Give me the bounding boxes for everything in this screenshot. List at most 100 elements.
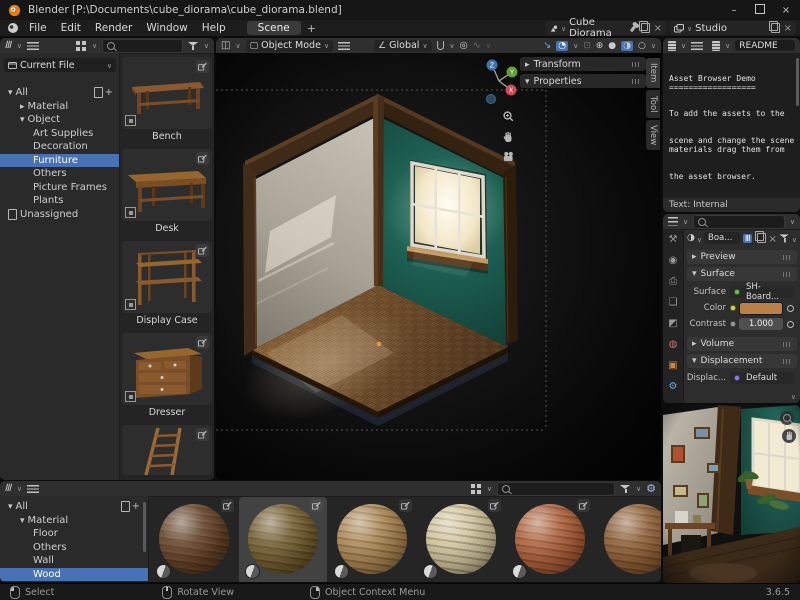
surface-shader-button[interactable]: SH-Board... [730,286,794,298]
zoom-button[interactable] [780,411,794,425]
edit-asset-icon[interactable] [488,499,501,512]
contrast-value-field[interactable]: 1.000 [739,318,783,330]
expand-caret-icon[interactable] [20,114,25,125]
panel-surface[interactable]: Surface [687,267,797,281]
asset-card-desk[interactable]: Desk [122,149,212,236]
filter-icon[interactable] [779,234,789,243]
shading-solid-icon[interactable]: ● [608,41,616,51]
edit-asset-icon[interactable] [577,499,590,512]
collapse-caret-icon[interactable] [20,101,25,112]
expand-caret-icon[interactable] [20,515,25,526]
text-datablock-icon[interactable] [712,41,720,51]
asset-browser-editor-icon[interactable] [5,40,12,51]
tab-object-properties[interactable]: ▣ [663,355,683,376]
catalog-material[interactable]: Material [0,100,119,114]
keyframe-dot-icon[interactable] [787,321,794,328]
shading-material-icon[interactable]: ◑ [621,41,633,51]
material-card-wood5[interactable]: Wood 5 [506,497,594,582]
material-card-wood1[interactable]: Wood 1 [150,497,238,582]
tab-view[interactable]: View [646,120,660,150]
asset-card-dresser[interactable]: Dresser [122,333,212,420]
show-gizmo-icon[interactable]: ↘ [543,40,551,51]
edit-asset-icon[interactable] [399,499,412,512]
maximize-button[interactable] [754,4,766,17]
asset-card-ladder[interactable] [122,425,212,480]
displacement-button[interactable]: Default [730,372,794,384]
close-button[interactable]: × [780,5,792,16]
pan-hand-button[interactable] [782,429,796,443]
panel-volume[interactable]: Volume [687,337,797,351]
panel-displacement[interactable]: Displacement [687,354,797,368]
pin-icon[interactable] [630,24,637,32]
edit-asset-icon[interactable] [196,336,209,349]
material-search-input[interactable] [497,482,615,496]
tab-world-properties[interactable]: ◍ [663,334,683,355]
properties-editor-icon[interactable] [668,217,678,226]
unlink-material-icon[interactable] [768,232,776,245]
blender-menu-icon[interactable] [6,22,20,34]
shading-wireframe-icon[interactable]: ⊕ [596,41,604,51]
material-icon[interactable]: ◑ [687,233,695,243]
tab-scene-properties[interactable]: ◩ [663,313,683,334]
edit-asset-icon[interactable] [221,499,234,512]
more-content-chevron-icon[interactable] [791,389,796,402]
tab-output-properties[interactable]: ⎙ [663,271,683,292]
3d-viewport-canvas[interactable]: Z Y X [216,53,661,480]
properties-panel-header[interactable]: Properties [520,74,646,88]
catalog-all[interactable]: All + [0,86,119,100]
catalog-wall[interactable]: Wall [0,554,148,568]
tab-tool-properties[interactable]: ⚒ [663,229,683,250]
text-editor-icon[interactable] [668,41,676,51]
color-swatch[interactable] [739,302,783,315]
asset-source-selector[interactable]: Current File [4,58,116,72]
catalog-others[interactable]: Others [0,541,148,555]
edit-asset-icon[interactable] [196,60,209,73]
tab-modifier-properties[interactable]: ⚙ [663,376,683,397]
tab-item[interactable]: Item [646,58,660,88]
new-layer-icon[interactable] [771,23,780,33]
asset-card-bench[interactable]: Bench [122,57,212,144]
add-workspace-button[interactable]: + [301,22,322,35]
edit-asset-icon[interactable] [196,428,209,441]
tab-tool[interactable]: Tool [646,90,660,118]
catalog-floor[interactable]: Floor [0,527,148,541]
mode-selector[interactable]: ▢ Object Mode [246,40,333,52]
catalog-object[interactable]: Object [0,113,119,127]
expand-caret-icon[interactable] [8,87,13,98]
menu-render[interactable]: Render [88,22,139,34]
reference-image[interactable] [663,405,800,583]
falloff-icon[interactable]: ∿ [473,40,481,51]
remove-layer-icon[interactable] [784,23,792,34]
material-card-partial[interactable] [595,497,661,582]
view-layer-selector[interactable]: Studio [670,21,796,35]
menu-file[interactable]: File [22,22,54,34]
text-editor-content[interactable]: Asset Browser Demo================== To … [663,54,800,212]
filter-icon[interactable] [188,41,199,51]
catalog-all[interactable]: All + [0,500,148,514]
axis-negative-icon[interactable] [487,95,496,104]
asset-card-display-case[interactable]: Display Case [122,241,212,328]
catalog-material[interactable]: Material [0,514,148,528]
asset-shield-icon[interactable]: Ⅲ [743,234,753,243]
menu-icon[interactable] [338,42,350,50]
catalog-wood-selected[interactable]: Wood [0,568,148,582]
keyframe-dot-icon[interactable] [787,305,794,312]
edit-asset-icon[interactable] [196,244,209,257]
minimize-button[interactable]: – [728,5,740,16]
text-name-field[interactable]: README [735,40,795,51]
properties-search-input[interactable] [693,215,785,229]
catalog-furniture-selected[interactable]: Furniture [0,154,119,168]
show-overlays-icon[interactable]: ◔ [556,41,568,51]
filter-icon[interactable] [620,484,631,494]
new-catalog-button[interactable]: + [94,87,113,98]
catalog-others[interactable]: Others [0,167,119,181]
expand-caret-icon[interactable] [8,501,13,512]
proportional-editing-icon[interactable]: ◎ [460,40,468,51]
asset-browser-editor-icon[interactable] [5,483,12,494]
editor-type-icon[interactable]: ◫ [221,40,230,51]
display-size-icon[interactable] [76,41,80,45]
display-size-icon[interactable] [471,484,475,488]
unlink-scene-icon[interactable] [654,23,662,34]
menu-icon[interactable] [691,42,703,50]
tab-view-layer-properties[interactable]: ❏ [663,292,683,313]
